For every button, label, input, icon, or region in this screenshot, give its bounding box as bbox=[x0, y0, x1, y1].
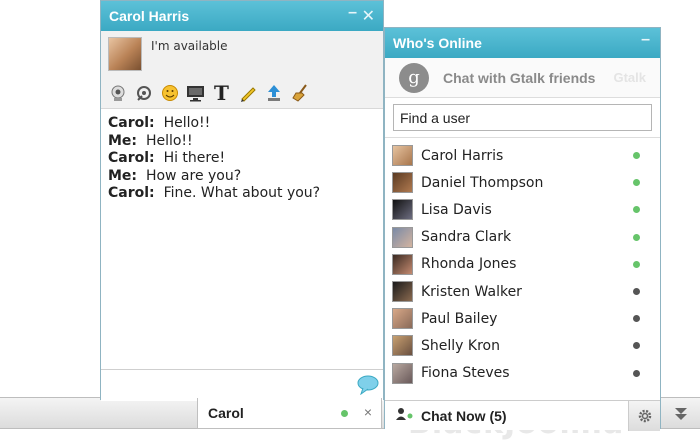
message-row: Me: Hello!! bbox=[108, 133, 376, 151]
offline-status-dot bbox=[633, 369, 640, 377]
upload-icon[interactable] bbox=[263, 82, 284, 103]
close-icon[interactable]: ✕ bbox=[362, 6, 375, 26]
message-sender: Me: bbox=[108, 132, 138, 149]
message-row: Me: How are you? bbox=[108, 168, 376, 186]
message-list: Carol: Hello!! Me: Hello!! Carol: Hi the… bbox=[101, 109, 383, 209]
status-message[interactable]: I'm available bbox=[151, 39, 228, 53]
user-list: Carol Harris Daniel Thompson Lisa Davis … bbox=[385, 138, 660, 387]
user-item-shelly-kron[interactable]: Shelly Kron bbox=[385, 332, 660, 359]
avatar bbox=[108, 37, 142, 71]
broom-icon[interactable] bbox=[289, 82, 310, 103]
chat-tab-label: Carol bbox=[208, 405, 244, 421]
offline-status-dot bbox=[633, 315, 640, 323]
user-name: Paul Bailey bbox=[421, 310, 498, 327]
collapse-button[interactable] bbox=[661, 398, 700, 429]
gtalk-connect-button[interactable]: g Chat with Gtalk friends Gtalk bbox=[385, 58, 660, 98]
gear-icon bbox=[638, 409, 651, 422]
user-status-box: I'm available T bbox=[101, 31, 383, 109]
chat-now-button[interactable]: Chat Now (5) bbox=[385, 407, 628, 424]
user-item-daniel-thompson[interactable]: Daniel Thompson bbox=[385, 169, 660, 196]
google-icon: g bbox=[399, 62, 429, 93]
message-row: Carol: Fine. What about you? bbox=[108, 185, 376, 203]
gtalk-ghost-text: Gtalk bbox=[613, 70, 646, 85]
avatar bbox=[392, 308, 413, 330]
avatar bbox=[392, 362, 413, 384]
user-item-sandra-clark[interactable]: Sandra Clark bbox=[385, 224, 660, 251]
chat-window: Carol Harris – ✕ I'm available T Carol: … bbox=[100, 0, 384, 401]
online-status-dot bbox=[633, 152, 640, 159]
pencil-icon[interactable] bbox=[237, 82, 258, 103]
message-sender: Carol: bbox=[108, 115, 155, 131]
gtalk-label: Chat with Gtalk friends bbox=[443, 69, 596, 86]
chat-now-label: Chat Now (5) bbox=[421, 407, 507, 424]
online-status-dot bbox=[633, 233, 640, 241]
message-input[interactable] bbox=[101, 369, 383, 401]
whos-online-header[interactable]: Who's Online – bbox=[385, 28, 660, 58]
message-text: How are you? bbox=[145, 167, 242, 184]
whos-online-title: Who's Online bbox=[393, 35, 482, 51]
avatar bbox=[392, 253, 413, 275]
text-format-icon[interactable]: T bbox=[211, 81, 232, 105]
webcam-icon[interactable] bbox=[107, 82, 128, 103]
avatar bbox=[392, 172, 413, 194]
user-item-fiona-steves[interactable]: Fiona Steves bbox=[385, 360, 660, 387]
message-text: Fine. What about you? bbox=[163, 185, 321, 201]
find-user-input[interactable] bbox=[393, 104, 652, 131]
whos-online-window: Who's Online – g Chat with Gtalk friends… bbox=[384, 27, 661, 431]
avatar bbox=[392, 335, 413, 357]
message-text: Hello!! bbox=[163, 115, 211, 131]
user-name: Fiona Steves bbox=[421, 365, 510, 382]
user-item-rhonda-jones[interactable]: Rhonda Jones bbox=[385, 251, 660, 278]
screen-share-icon[interactable] bbox=[185, 82, 206, 103]
minimize-icon[interactable]: – bbox=[641, 31, 650, 49]
user-name: Sandra Clark bbox=[421, 229, 512, 246]
online-status-dot bbox=[633, 206, 640, 214]
minimize-icon[interactable]: – bbox=[348, 4, 357, 22]
chat-toolbar: T bbox=[107, 81, 310, 105]
message-text: Hello!! bbox=[145, 132, 193, 149]
chat-window-header[interactable]: Carol Harris – ✕ bbox=[101, 1, 383, 31]
user-name: Lisa Davis bbox=[421, 201, 492, 218]
close-icon[interactable]: × bbox=[364, 404, 372, 420]
smiley-icon[interactable] bbox=[159, 82, 180, 103]
audio-icon[interactable] bbox=[133, 82, 154, 103]
user-item-paul-bailey[interactable]: Paul Bailey bbox=[385, 305, 660, 332]
message-row: Carol: Hello!! bbox=[108, 115, 376, 133]
user-name: Rhonda Jones bbox=[421, 256, 517, 273]
user-name: Daniel Thompson bbox=[421, 174, 544, 191]
user-item-lisa-davis[interactable]: Lisa Davis bbox=[385, 196, 660, 223]
avatar bbox=[392, 145, 413, 167]
chat-window-title: Carol Harris bbox=[109, 8, 190, 24]
user-item-kristen-walker[interactable]: Kristen Walker bbox=[385, 278, 660, 305]
offline-status-dot bbox=[633, 342, 640, 350]
user-name: Shelly Kron bbox=[421, 337, 500, 354]
message-sender: Carol: bbox=[108, 185, 155, 201]
offline-status-dot bbox=[633, 287, 640, 295]
message-text: Hi there! bbox=[163, 150, 226, 166]
user-name: Kristen Walker bbox=[421, 283, 522, 300]
user-search-container bbox=[385, 98, 660, 138]
online-status-dot bbox=[633, 260, 640, 268]
avatar bbox=[392, 226, 413, 248]
user-item-carol-harris[interactable]: Carol Harris bbox=[385, 142, 660, 169]
people-icon bbox=[395, 407, 415, 424]
avatar bbox=[392, 199, 413, 221]
message-sender: Carol: bbox=[108, 150, 155, 166]
message-row: Carol: Hi there! bbox=[108, 150, 376, 168]
user-name: Carol Harris bbox=[421, 147, 504, 164]
online-status-dot bbox=[341, 410, 348, 417]
double-chevron-down-icon bbox=[674, 407, 687, 420]
message-sender: Me: bbox=[108, 167, 138, 184]
settings-button[interactable] bbox=[628, 400, 660, 431]
online-status-dot bbox=[633, 179, 640, 187]
chat-tab-carol[interactable]: Carol × bbox=[197, 398, 382, 429]
online-footer: Chat Now (5) bbox=[385, 400, 660, 431]
speech-bubble-icon[interactable] bbox=[357, 375, 379, 398]
avatar bbox=[392, 281, 413, 303]
